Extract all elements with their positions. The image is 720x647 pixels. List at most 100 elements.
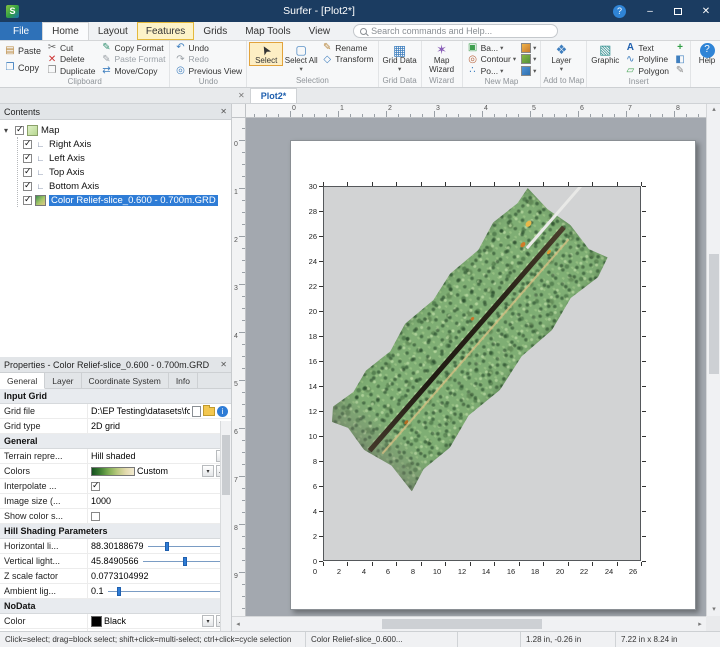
tab-coordinate-system[interactable]: Coordinate System — [82, 373, 169, 388]
ribbon-tab-file[interactable]: File — [0, 22, 42, 40]
ribbon-tab-layout[interactable]: Layout — [89, 22, 137, 40]
interpolate-checkbox[interactable] — [91, 482, 100, 491]
minimize-button[interactable]: – — [636, 0, 664, 22]
delete-button[interactable]: ✕Delete — [44, 54, 97, 66]
horizontal-scrollbar[interactable]: ◂ ▸ — [232, 616, 706, 631]
colormap-swatch[interactable] — [91, 467, 135, 476]
new-post-map-button[interactable]: ∴Po...▾ — [465, 65, 519, 77]
tab-layer[interactable]: Layer — [45, 373, 81, 388]
select-button[interactable]: ➤ Select — [249, 42, 283, 66]
colors-dropdown[interactable]: ▾ — [202, 465, 214, 477]
add-layer-button[interactable]: ❖ Layer ▾ — [543, 42, 579, 74]
paste-button[interactable]: ▤Paste — [2, 42, 43, 59]
help-button[interactable]: ? Help — [693, 42, 720, 66]
properties-close-icon[interactable]: ✕ — [220, 360, 227, 369]
vertical-scrollbar[interactable]: ▴ ▾ — [706, 104, 720, 616]
copy-format-button[interactable]: ✎Copy Format — [98, 42, 167, 54]
close-button[interactable]: ✕ — [692, 0, 720, 22]
property-row-zscale[interactable]: Z scale factor 0.0773104992 — [0, 569, 231, 584]
tree-item-map[interactable]: ▾ Map — [4, 123, 231, 137]
property-row-colors[interactable]: Colors Custom ▾ … — [0, 464, 231, 479]
insert-text-button[interactable]: AText — [622, 42, 671, 54]
copy-button[interactable]: ❐Copy — [2, 59, 43, 76]
tree-item-left-axis[interactable]: ∟ Left Axis — [23, 151, 231, 165]
contents-close-icon[interactable]: ✕ — [220, 107, 227, 116]
nodata-color-swatch[interactable] — [91, 616, 102, 627]
insert-point-button[interactable]: + — [672, 42, 688, 54]
property-row-interpolate[interactable]: Interpolate ... — [0, 479, 231, 494]
insert-graphic-button[interactable]: ▧ Graphic — [589, 42, 621, 66]
tree-item-color-relief[interactable]: Color Relief-slice_0.600 - 0.700m.GRD — [23, 193, 231, 207]
properties-scrollbar[interactable] — [220, 421, 231, 631]
undo-button[interactable]: ↶Undo — [172, 42, 244, 54]
map-frame[interactable] — [323, 186, 641, 561]
top-axis-checkbox[interactable] — [23, 168, 32, 177]
grid-info-sheet-icon[interactable] — [192, 406, 201, 417]
redo-button[interactable]: ↷Redo — [172, 54, 244, 66]
document-tab-plot2[interactable]: Plot2* — [250, 88, 298, 103]
insert-polygon-button[interactable]: ▱Polygon — [622, 65, 671, 77]
tab-strip-close-icon[interactable]: ✕ — [238, 91, 245, 100]
maximize-button[interactable] — [664, 0, 692, 22]
slider-thumb[interactable] — [117, 587, 121, 596]
new-3d-surface-button[interactable]: ▾ — [519, 42, 538, 54]
scrollbar-thumb[interactable] — [222, 435, 230, 495]
map-visibility-checkbox[interactable] — [15, 126, 24, 135]
insert-shape-button[interactable]: ◧ — [672, 54, 688, 66]
new-base-map-button[interactable]: ▣Ba...▾ — [465, 42, 519, 54]
cut-button[interactable]: ✂Cut — [44, 42, 97, 54]
color-relief-checkbox[interactable] — [23, 196, 32, 205]
scrollbar-thumb[interactable] — [382, 619, 542, 629]
tree-item-bottom-axis[interactable]: ∟ Bottom Axis — [23, 179, 231, 193]
ribbon-tab-grids[interactable]: Grids — [194, 22, 236, 40]
insert-draw-button[interactable]: ✎ — [672, 65, 688, 77]
right-axis-checkbox[interactable] — [23, 140, 32, 149]
select-all-button[interactable]: ▢ Select All ▾ — [284, 42, 318, 74]
show-color-scale-checkbox[interactable] — [91, 512, 100, 521]
scroll-right-icon[interactable]: ▸ — [694, 617, 706, 632]
slider-thumb[interactable] — [183, 557, 187, 566]
property-row-terrain[interactable]: Terrain repre... Hill shaded ▾ — [0, 449, 231, 464]
ambient-light-slider[interactable] — [108, 586, 225, 597]
left-axis-checkbox[interactable] — [23, 154, 32, 163]
property-row-vertical-light[interactable]: Vertical light... 45.8490566 — [0, 554, 231, 569]
tab-info[interactable]: Info — [169, 373, 198, 388]
previous-view-button[interactable]: ◎Previous View — [172, 65, 244, 77]
plot-canvas[interactable]: 012345678 0123456789 0246810121416182022… — [232, 104, 706, 616]
property-row-ambient[interactable]: Ambient lig... 0.1 — [0, 584, 231, 599]
grid-data-button[interactable]: ▦ Grid Data ▾ — [381, 42, 419, 74]
new-contour-map-button[interactable]: ◎Contour▾ — [465, 54, 519, 66]
paste-format-button[interactable]: ✎Paste Format — [98, 54, 167, 66]
open-folder-icon[interactable] — [203, 407, 215, 416]
vertical-light-slider[interactable] — [143, 556, 225, 567]
insert-polyline-button[interactable]: ∿Polyline — [622, 54, 671, 66]
tree-item-top-axis[interactable]: ∟ Top Axis — [23, 165, 231, 179]
scroll-up-icon[interactable]: ▴ — [707, 104, 720, 116]
property-row-horizontal-light[interactable]: Horizontal li... 88.30188679 — [0, 539, 231, 554]
rename-button[interactable]: ✎Rename — [319, 42, 375, 54]
transform-button[interactable]: ◇Transform — [319, 54, 375, 66]
move-copy-button[interactable]: ⇄Move/Copy — [98, 65, 167, 77]
property-row-grid-file[interactable]: Grid file D:\EP Testing\datasets\for GBJ… — [0, 404, 231, 419]
search-input[interactable]: Search commands and Help... — [353, 24, 558, 38]
scroll-down-icon[interactable]: ▾ — [707, 604, 720, 616]
tab-general[interactable]: General — [0, 373, 45, 389]
collapse-caret-icon[interactable]: ▾ — [4, 126, 12, 135]
slider-thumb[interactable] — [165, 542, 169, 551]
horizontal-light-slider[interactable] — [148, 541, 225, 552]
help-bubble-icon[interactable]: ? — [613, 5, 626, 18]
duplicate-button[interactable]: ❐Duplicate — [44, 65, 97, 77]
ribbon-tab-home[interactable]: Home — [42, 22, 89, 40]
property-row-nodata-color[interactable]: Color Black ▾ … — [0, 614, 231, 629]
new-grid-values-button[interactable]: ▾ — [519, 65, 538, 77]
tree-item-right-axis[interactable]: ∟ Right Axis — [23, 137, 231, 151]
nodata-color-dropdown[interactable]: ▾ — [202, 615, 214, 627]
bottom-axis-checkbox[interactable] — [23, 182, 32, 191]
ribbon-tab-features[interactable]: Features — [137, 22, 194, 40]
map-wizard-button[interactable]: ✶ Map Wizard — [424, 42, 460, 74]
new-color-relief-button[interactable]: ▾ — [519, 54, 538, 66]
grid-info-icon[interactable]: i — [217, 406, 228, 417]
ribbon-tab-map-tools[interactable]: Map Tools — [236, 22, 299, 40]
scroll-left-icon[interactable]: ◂ — [232, 617, 244, 632]
plot-page[interactable]: 02468101214161820222426 0246810121416182… — [290, 140, 696, 610]
